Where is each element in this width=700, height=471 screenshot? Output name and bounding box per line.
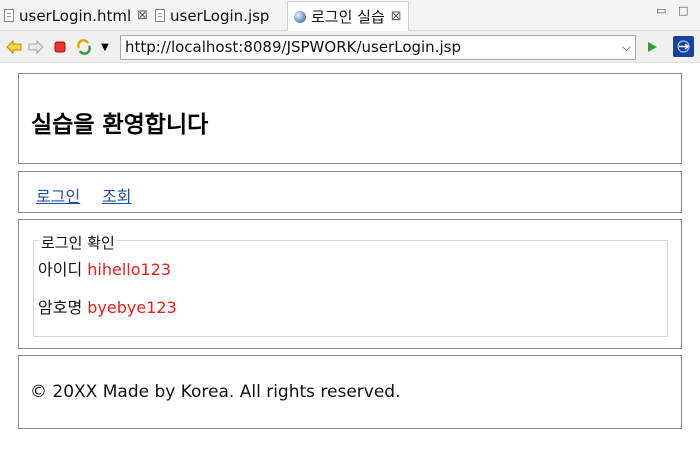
page-nav: 로그인 조회 <box>18 171 682 213</box>
id-row: 아이디 hihello123 <box>38 256 171 280</box>
back-arrow-icon[interactable] <box>5 38 23 56</box>
tab-label: userLogin.jsp <box>170 6 270 25</box>
document-icon <box>4 9 14 22</box>
document-icon <box>155 9 165 22</box>
close-tab-icon[interactable]: ⊠ <box>391 9 402 24</box>
minimize-icon[interactable]: ▭ <box>656 4 666 17</box>
maximize-icon[interactable]: □ <box>678 4 688 17</box>
browser-toolbar: ▼ http://localhost:8089/JSPWORK/userLogi… <box>0 31 700 63</box>
stop-icon[interactable] <box>51 38 69 56</box>
password-value: byebye123 <box>87 298 177 317</box>
tab-label: 로그인 실습 <box>311 8 385 26</box>
tab-login-practice[interactable]: 로그인 실습 ⊠ <box>287 1 409 31</box>
tab-label: userLogin.html <box>19 6 132 25</box>
nav-link-login[interactable]: 로그인 <box>36 183 80 207</box>
password-label: 암호명 <box>38 298 83 317</box>
open-external-icon[interactable] <box>673 36 694 57</box>
globe-icon <box>294 10 306 23</box>
go-play-icon[interactable] <box>643 38 661 56</box>
refresh-icon[interactable] <box>75 38 93 56</box>
chevron-down-icon[interactable]: ⌵ <box>622 36 631 59</box>
tab-userlogin-jsp[interactable]: userLogin.jsp <box>155 2 269 29</box>
password-row: 암호명 byebye123 <box>38 294 177 318</box>
tab-userlogin-html[interactable]: userLogin.html ⊠ <box>4 2 148 29</box>
url-input[interactable]: http://localhost:8089/JSPWORK/userLogin.… <box>120 35 636 60</box>
nav-link-search[interactable]: 조회 <box>102 183 131 207</box>
page-header: 실습을 환영합니다 <box>18 73 682 164</box>
page-content: 로그인 확인 아이디 hihello123 암호명 byebye123 <box>18 219 682 349</box>
dropdown-arrow-icon[interactable]: ▼ <box>96 38 114 56</box>
footer-copyright: © 20XX Made by Korea. All rights reserve… <box>30 382 401 402</box>
fieldset-legend: 로그인 확인 <box>39 232 117 253</box>
login-confirm-fieldset <box>33 240 668 337</box>
id-label: 아이디 <box>38 260 83 279</box>
forward-arrow-icon[interactable] <box>27 38 45 56</box>
id-value: hihello123 <box>87 260 172 279</box>
page-footer: © 20XX Made by Korea. All rights reserve… <box>18 355 682 429</box>
url-text: http://localhost:8089/JSPWORK/userLogin.… <box>125 38 461 56</box>
page-title: 실습을 환영합니다 <box>31 112 209 138</box>
editor-tab-bar: userLogin.html ⊠ userLogin.jsp 로그인 실습 ⊠ … <box>0 0 700 31</box>
close-tab-icon[interactable]: ⊠ <box>137 8 148 23</box>
